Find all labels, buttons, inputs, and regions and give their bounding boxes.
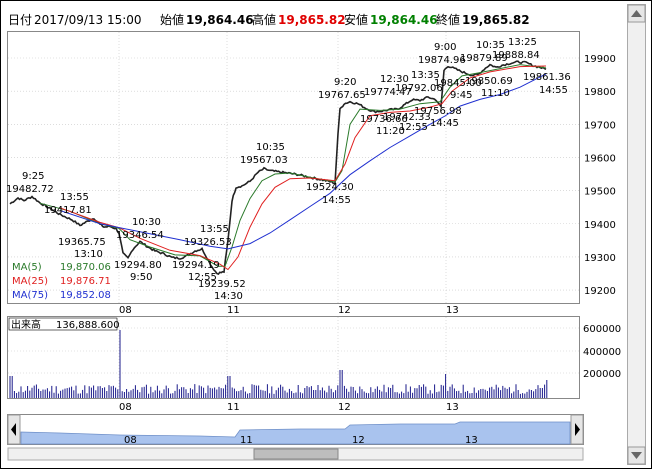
ohlc-header: 日付 2017/09/13 15:00 始値 19,864.46 高値 19,8… (8, 12, 530, 27)
annotation-price: 19482.72 (6, 184, 54, 195)
annotation-time: 14:55 (539, 85, 568, 96)
vertical-scroll-track[interactable] (627, 4, 646, 465)
stock-chart: 日付 2017/09/13 15:00 始値 19,864.46 高値 19,8… (0, 0, 652, 469)
ma-legend: MA(5) 19,870.06 MA(25) 19,876.71 MA(75) … (12, 262, 111, 301)
price-y-tick: 19400 (584, 220, 616, 231)
legend-ma5-label: MA(5) (12, 262, 42, 273)
date-label: 日付 (8, 13, 32, 27)
legend-ma75-label: MA(75) (12, 290, 48, 301)
annotation-price: 19874.96 (418, 55, 466, 66)
annotation-time: 10:30 (132, 217, 161, 228)
annotation-price: 19346.54 (116, 230, 164, 241)
annotation-time: 10:35 (256, 142, 285, 153)
price-y-tick: 19700 (584, 120, 616, 131)
volume-tick-200000: 200000 (583, 369, 621, 380)
price-y-tick: 19200 (584, 286, 616, 297)
high-value: 19,865.82 (278, 13, 346, 27)
annotation-price: 19888.84 (492, 50, 540, 61)
x-tick-08: 08 (119, 305, 132, 316)
annotation-time: 12:55 (399, 122, 428, 133)
annotation-price: 19861.36 (523, 72, 571, 83)
close-label: 終値 (436, 12, 460, 27)
annotation-time: 9:25 (22, 171, 44, 182)
annotation-time: 11:10 (481, 88, 510, 99)
vertical-scrollbar[interactable] (627, 4, 646, 465)
annotation-price: 19756.98 (414, 106, 462, 117)
annotation-price: 19294.19 (172, 260, 220, 271)
vol-x-tick-08: 08 (119, 402, 132, 413)
vol-x-tick-11: 11 (227, 402, 240, 413)
price-y-tick: 19600 (584, 153, 616, 164)
low-value: 19,864.46 (370, 13, 438, 27)
volume-label: 出来高 (11, 318, 41, 331)
overview-thumb[interactable] (253, 448, 339, 460)
annotation-time: 14:30 (214, 291, 243, 302)
volume-tick-400000: 400000 (583, 347, 621, 358)
scroll-tick-08: 08 (124, 435, 137, 446)
annotation-time: 13:55 (60, 192, 89, 203)
legend-ma25-value: 19,876.71 (60, 276, 111, 287)
scroll-tick-13: 13 (465, 435, 478, 446)
annotation-price: 19567.03 (240, 155, 288, 166)
annotation-price: 19767.65 (318, 90, 366, 101)
annotation-time: 9:00 (434, 42, 456, 53)
annotation-time: 13:10 (74, 249, 103, 260)
x-tick-13: 13 (446, 305, 459, 316)
annotation-time: 14:45 (430, 118, 459, 129)
scroll-tick-12: 12 (352, 435, 365, 446)
annotation-price: 19417.81 (44, 205, 92, 216)
annotation-time: 9:45 (450, 90, 472, 101)
price-y-tick: 19300 (584, 253, 616, 264)
annotation-time: 9:20 (334, 77, 356, 88)
annotation-price: 19239.52 (198, 279, 246, 290)
price-y-tick: 19800 (584, 87, 616, 98)
annotation-time: 9:50 (130, 272, 152, 283)
x-tick-12: 12 (338, 305, 351, 316)
annotation-price: 19294.80 (114, 260, 162, 271)
legend-ma25-label: MA(25) (12, 276, 48, 287)
low-label: 安値 (344, 12, 368, 27)
vol-x-tick-12: 12 (338, 402, 351, 413)
close-value: 19,865.82 (462, 13, 530, 27)
high-label: 高値 (252, 12, 276, 27)
open-label: 始値 (160, 12, 184, 27)
annotation-time: 14:55 (322, 195, 351, 206)
volume-value: 136,888.600 (56, 320, 120, 331)
volume-tick-600000: 600000 (583, 324, 621, 335)
date-value: 2017/09/13 15:00 (34, 13, 142, 27)
open-value: 19,864.46 (186, 13, 254, 27)
annotation-price: 19524.30 (306, 182, 354, 193)
price-y-tick: 19900 (584, 54, 616, 65)
annotation-price: 19365.75 (58, 237, 106, 248)
legend-ma5-value: 19,870.06 (60, 262, 111, 273)
x-tick-11: 11 (227, 305, 240, 316)
annotation-price: 19326.53 (184, 237, 232, 248)
vol-x-tick-13: 13 (446, 402, 459, 413)
overview-scrollbar[interactable]: 08 11 12 13 (7, 414, 584, 461)
scroll-tick-11: 11 (240, 435, 253, 446)
price-y-tick: 19500 (584, 187, 616, 198)
legend-ma75-value: 19,852.08 (60, 290, 111, 301)
annotation-price: 19850.69 (465, 76, 513, 87)
annotation-time: 13:55 (200, 224, 229, 235)
annotation-time: 13:25 (508, 37, 537, 48)
